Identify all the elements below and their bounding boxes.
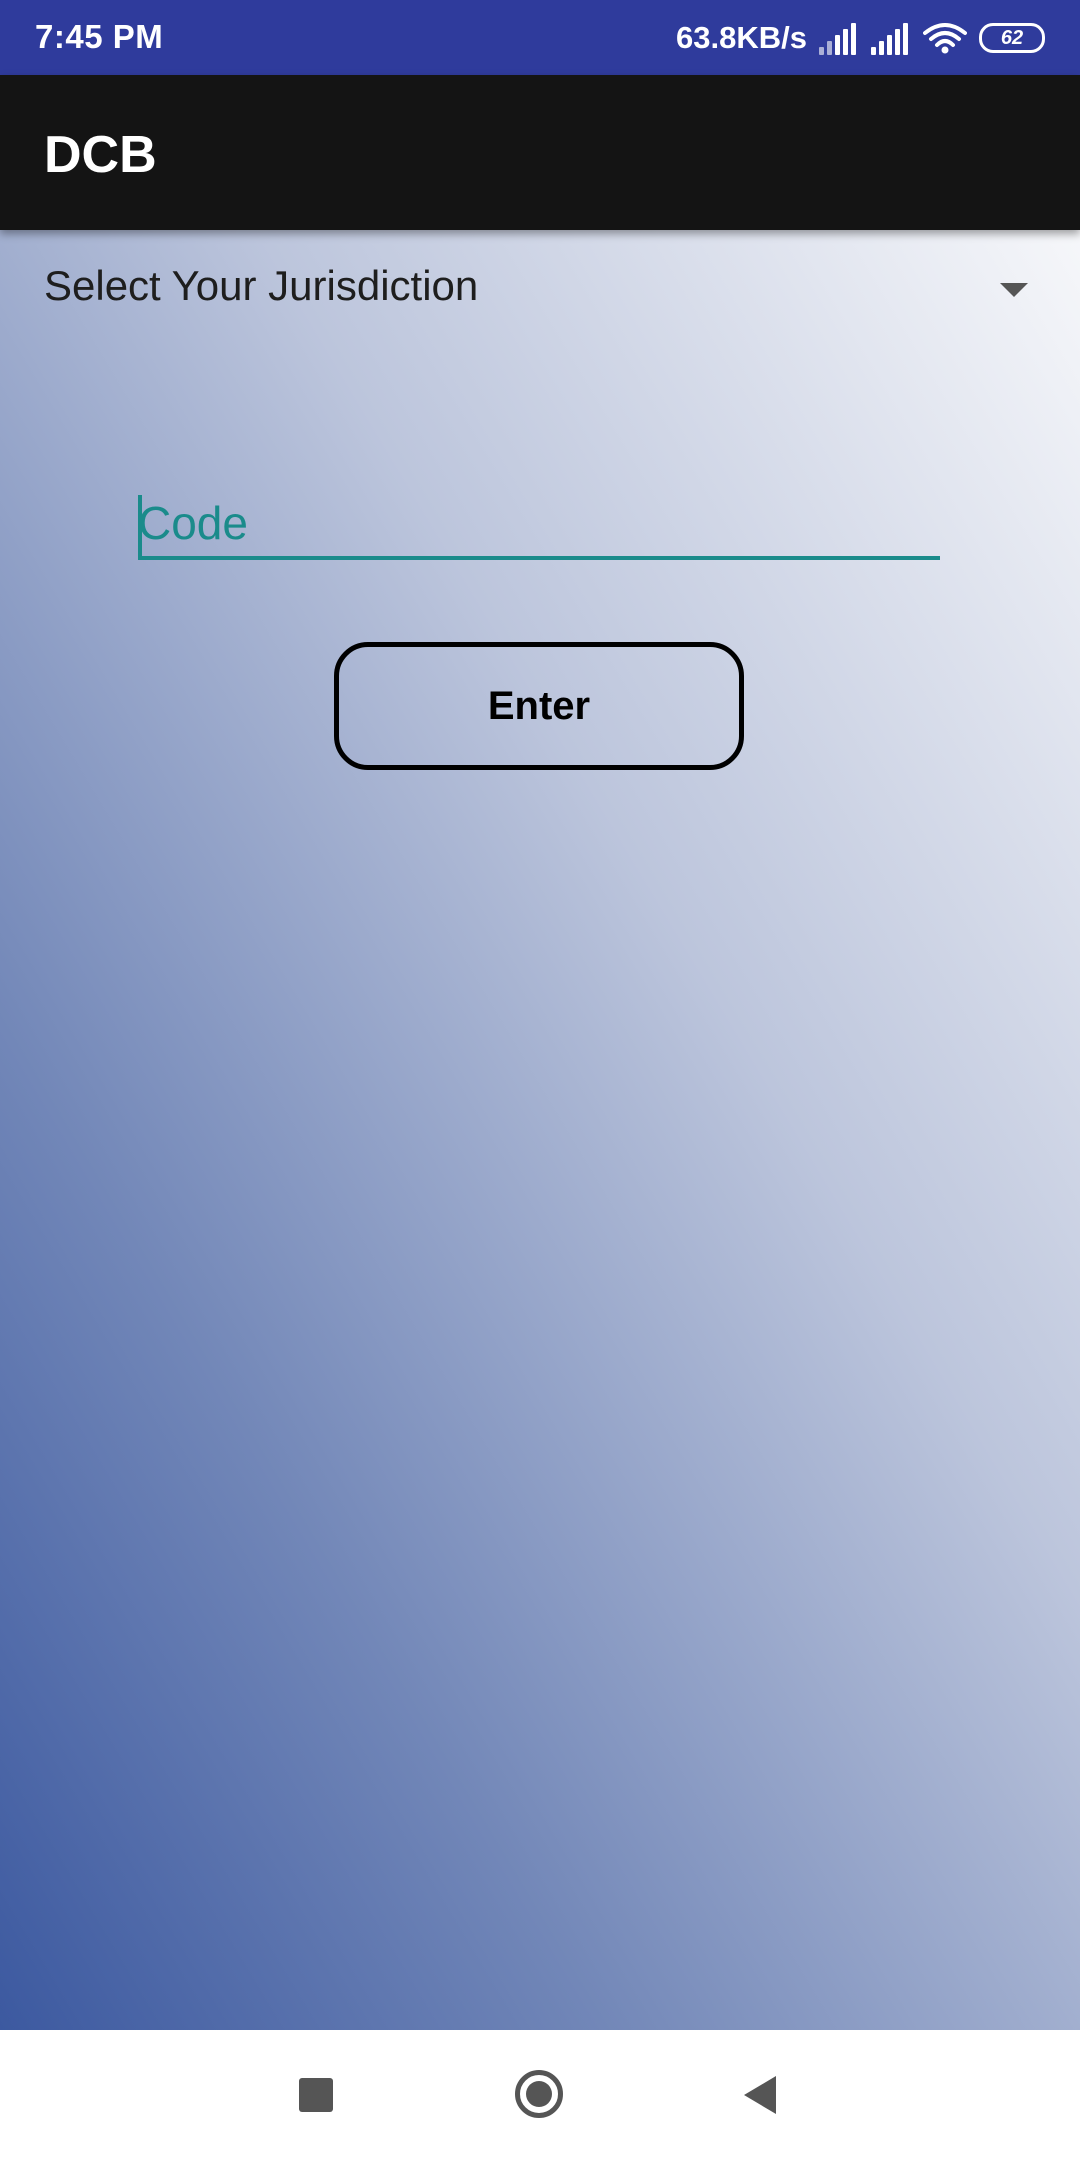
enter-button[interactable]: Enter: [334, 642, 744, 770]
battery-icon: 62: [979, 23, 1045, 53]
home-icon[interactable]: [515, 2070, 563, 2118]
app-bar: DCB: [0, 75, 1080, 230]
app-title: DCB: [44, 126, 157, 184]
back-icon[interactable]: [744, 2076, 776, 2114]
network-speed: 63.8KB/s: [676, 20, 807, 55]
status-bar: 7:45 PM 63.8KB/s 62: [0, 0, 1080, 75]
dropdown-arrow-icon[interactable]: [1000, 283, 1028, 297]
jurisdiction-dropdown-label[interactable]: Select Your Jurisdiction: [44, 262, 478, 310]
battery-level: 62: [1000, 26, 1024, 49]
signal-icon: [819, 21, 859, 55]
status-time: 7:45 PM: [35, 18, 164, 55]
wifi-icon: [923, 23, 967, 54]
recents-icon[interactable]: [299, 2078, 333, 2112]
signal-icon: [871, 21, 911, 55]
status-icons: 63.8KB/s 62: [676, 14, 1045, 62]
navigation-bar: [0, 2030, 1080, 2160]
screen: 7:45 PM 63.8KB/s 62 DCB Select Your Juri…: [0, 0, 1080, 2160]
text-cursor: [138, 495, 142, 559]
code-input[interactable]: [138, 490, 940, 560]
